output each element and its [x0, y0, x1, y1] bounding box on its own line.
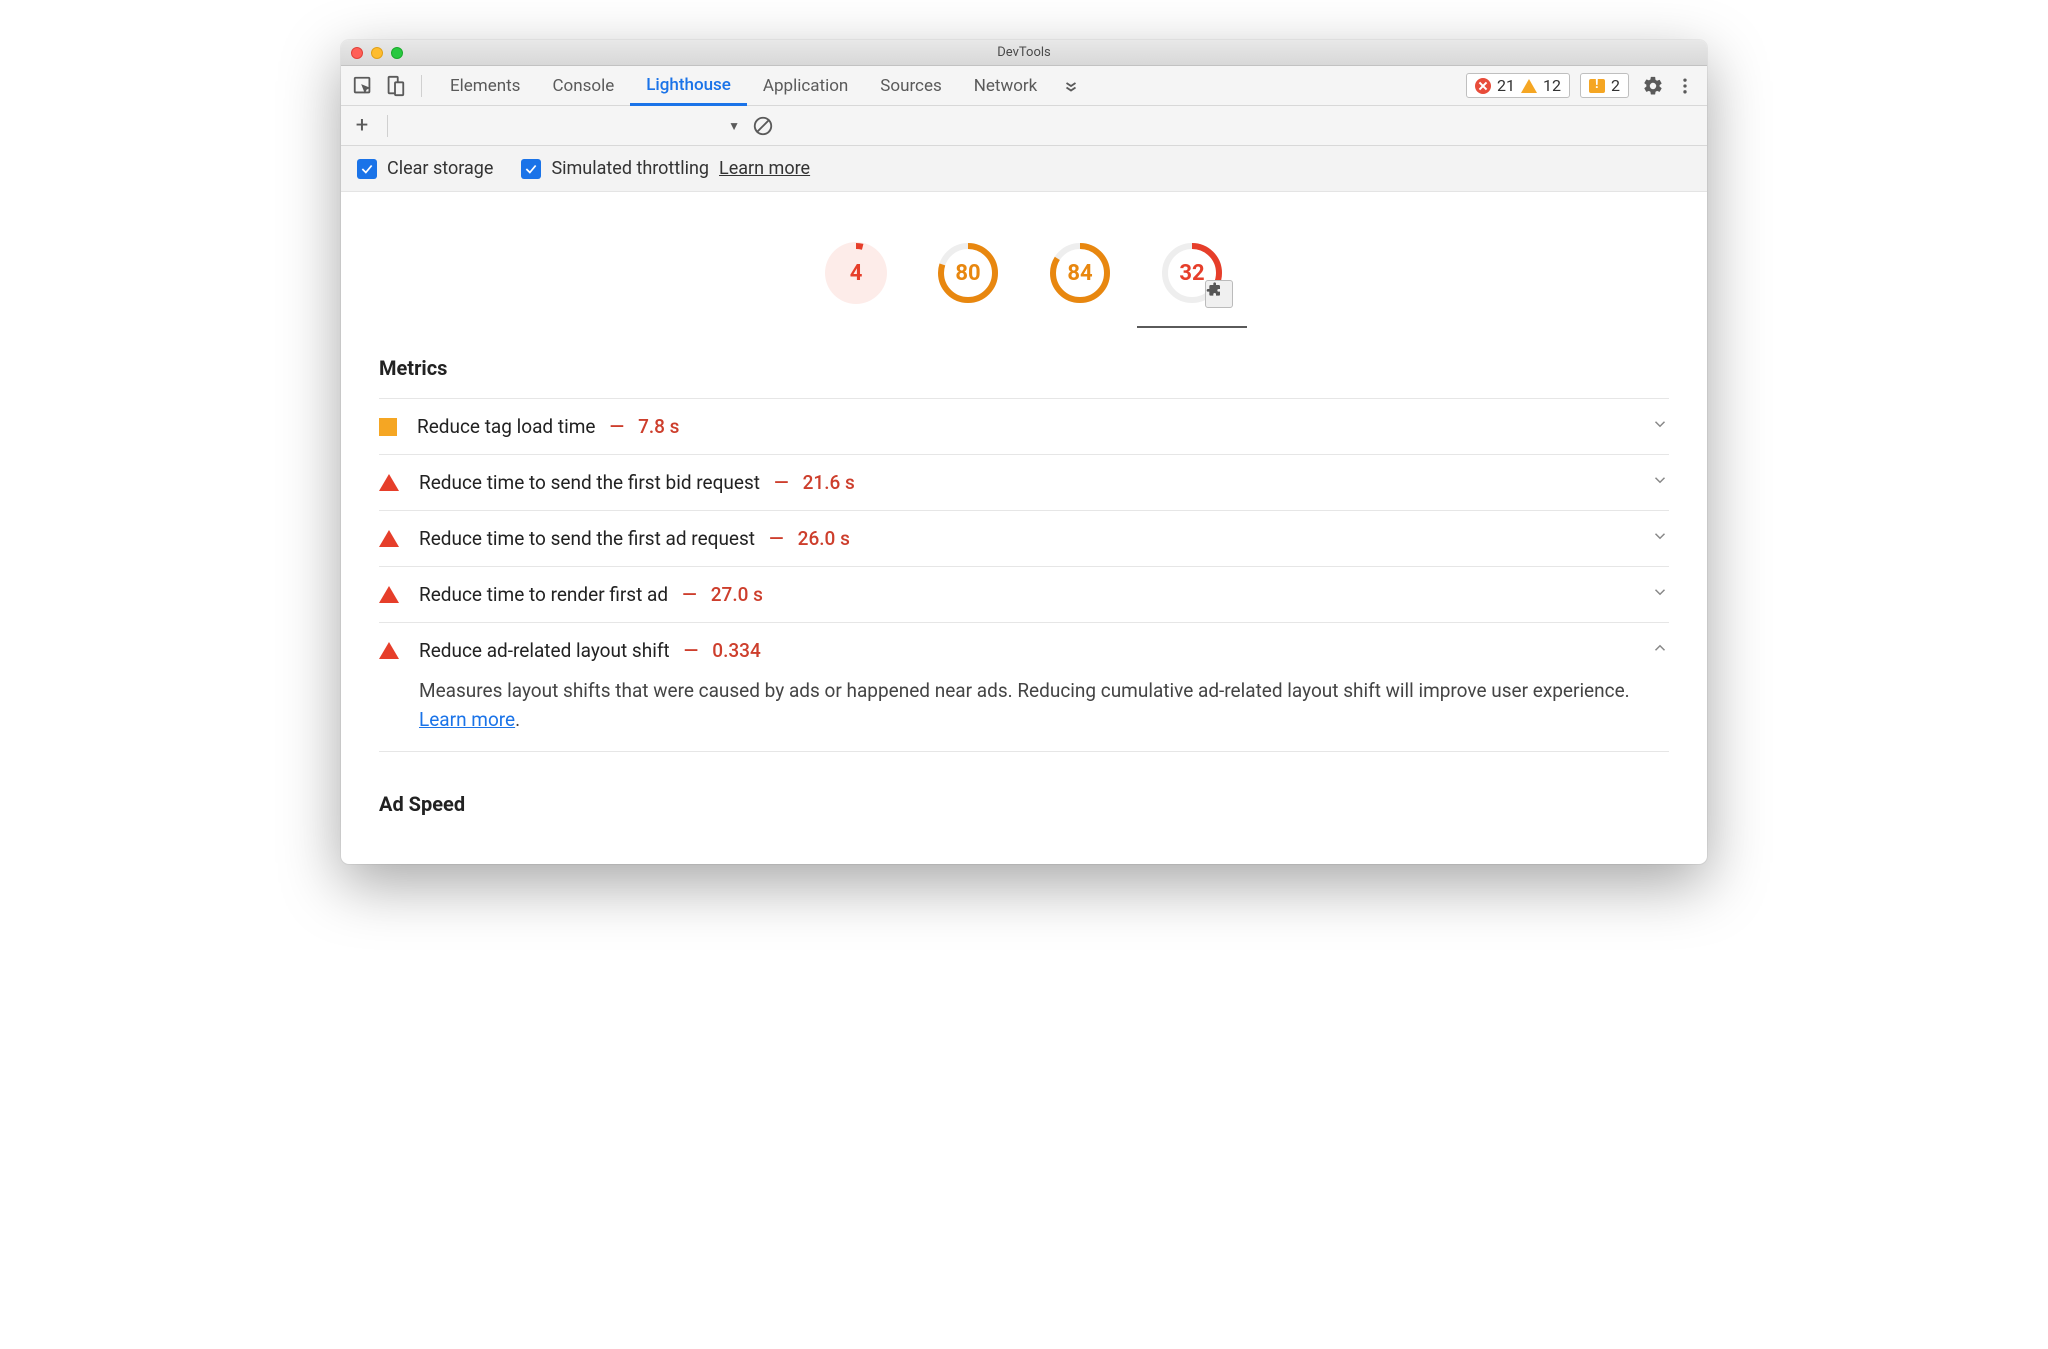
square-icon	[379, 418, 397, 436]
issues-status[interactable]: 2	[1580, 73, 1629, 98]
metric-value: 7.8 s	[638, 415, 679, 438]
panel-tabs: ElementsConsoleLighthouseApplicationSour…	[434, 66, 1053, 105]
new-report-button[interactable]: +	[349, 113, 375, 138]
clear-storage-checkbox[interactable]: Clear storage	[357, 158, 493, 179]
score-gauge-0[interactable]: 4	[825, 242, 887, 304]
chevron-down-icon	[1651, 583, 1669, 601]
dropdown-triangle-icon: ▼	[728, 119, 740, 133]
tab-application[interactable]: Application	[747, 66, 864, 105]
toolbar-separator	[421, 75, 422, 97]
tab-console[interactable]: Console	[536, 66, 630, 105]
triangle-icon	[379, 474, 399, 491]
warning-icon	[1521, 79, 1537, 93]
clear-button[interactable]	[752, 115, 774, 137]
metric-row[interactable]: Reduce time to render first ad — 27.0 s	[379, 566, 1669, 622]
score-gauge-1[interactable]: 80	[937, 242, 999, 304]
score-gauges: 4 80 84 32	[341, 192, 1707, 324]
tab-network[interactable]: Network	[958, 66, 1054, 105]
error-count: 21	[1497, 76, 1515, 95]
metric-row[interactable]: Reduce tag load time — 7.8 s	[379, 398, 1669, 454]
learn-more-link[interactable]: Learn more	[419, 708, 515, 731]
triangle-icon	[379, 530, 399, 547]
metric-description: Measures layout shifts that were caused …	[419, 676, 1631, 735]
learn-more-link[interactable]: Learn more	[719, 158, 810, 179]
tab-elements[interactable]: Elements	[434, 66, 536, 105]
chevron-up-icon	[1651, 639, 1669, 657]
score-gauge-2[interactable]: 84	[1049, 242, 1111, 304]
score-gauge-3[interactable]: 32	[1161, 242, 1223, 304]
metric-name: Reduce time to send the first bid reques…	[419, 471, 760, 494]
metric-name: Reduce ad-related layout shift	[419, 639, 670, 662]
report-dropdown[interactable]: ▼	[400, 119, 740, 133]
lighthouse-settings-bar: Clear storage Simulated throttling Learn…	[341, 146, 1707, 192]
section-title-ad-speed: Ad Speed	[379, 792, 1669, 816]
chevron-down-icon	[1651, 527, 1669, 545]
main-toolbar: ElementsConsoleLighthouseApplicationSour…	[341, 66, 1707, 106]
metric-value: 0.334	[712, 639, 760, 662]
issues-icon	[1589, 79, 1605, 93]
simulated-throttling-checkbox[interactable]: Simulated throttling Learn more	[521, 158, 810, 179]
more-options-button[interactable]	[1671, 72, 1699, 100]
checkbox-checked-icon	[357, 159, 377, 179]
section-title-metrics: Metrics	[379, 356, 1669, 380]
metrics-list: Reduce tag load time — 7.8 s Reduce time…	[379, 398, 1669, 752]
metric-name: Reduce time to send the first ad request	[419, 527, 755, 550]
tab-lighthouse[interactable]: Lighthouse	[630, 66, 747, 106]
window-title: DevTools	[341, 45, 1707, 60]
metric-row[interactable]: Reduce time to send the first ad request…	[379, 510, 1669, 566]
metric-value: 21.6 s	[803, 471, 855, 494]
settings-button[interactable]	[1639, 72, 1667, 100]
titlebar: DevTools	[341, 40, 1707, 66]
error-icon	[1475, 78, 1491, 94]
metric-row[interactable]: Reduce time to send the first bid reques…	[379, 454, 1669, 510]
chevron-down-icon	[1651, 415, 1669, 433]
clear-storage-label: Clear storage	[387, 158, 493, 179]
toolbar-separator	[387, 115, 388, 137]
report-content: Metrics Reduce tag load time — 7.8 s Red…	[341, 324, 1707, 864]
devtools-window: DevTools ElementsConsoleLighthouseApplic…	[341, 40, 1707, 864]
issues-count: 2	[1611, 76, 1620, 95]
metric-row[interactable]: Reduce ad-related layout shift — 0.334 M…	[379, 622, 1669, 752]
metric-name: Reduce tag load time	[417, 415, 595, 438]
extension-icon	[1205, 280, 1233, 308]
warning-count: 12	[1543, 76, 1561, 95]
metric-name: Reduce time to render first ad	[419, 583, 668, 606]
triangle-icon	[379, 642, 399, 659]
inspect-element-icon[interactable]	[349, 72, 377, 100]
tab-sources[interactable]: Sources	[864, 66, 957, 105]
toggle-device-icon[interactable]	[381, 72, 409, 100]
simulated-throttling-label: Simulated throttling	[551, 158, 709, 179]
lighthouse-sub-toolbar: + ▼	[341, 106, 1707, 146]
checkbox-checked-icon	[521, 159, 541, 179]
more-tabs-button[interactable]	[1057, 77, 1085, 95]
metric-value: 27.0 s	[711, 583, 763, 606]
triangle-icon	[379, 586, 399, 603]
chevron-down-icon	[1651, 471, 1669, 489]
metric-value: 26.0 s	[798, 527, 850, 550]
console-status[interactable]: 21 12	[1466, 73, 1570, 98]
